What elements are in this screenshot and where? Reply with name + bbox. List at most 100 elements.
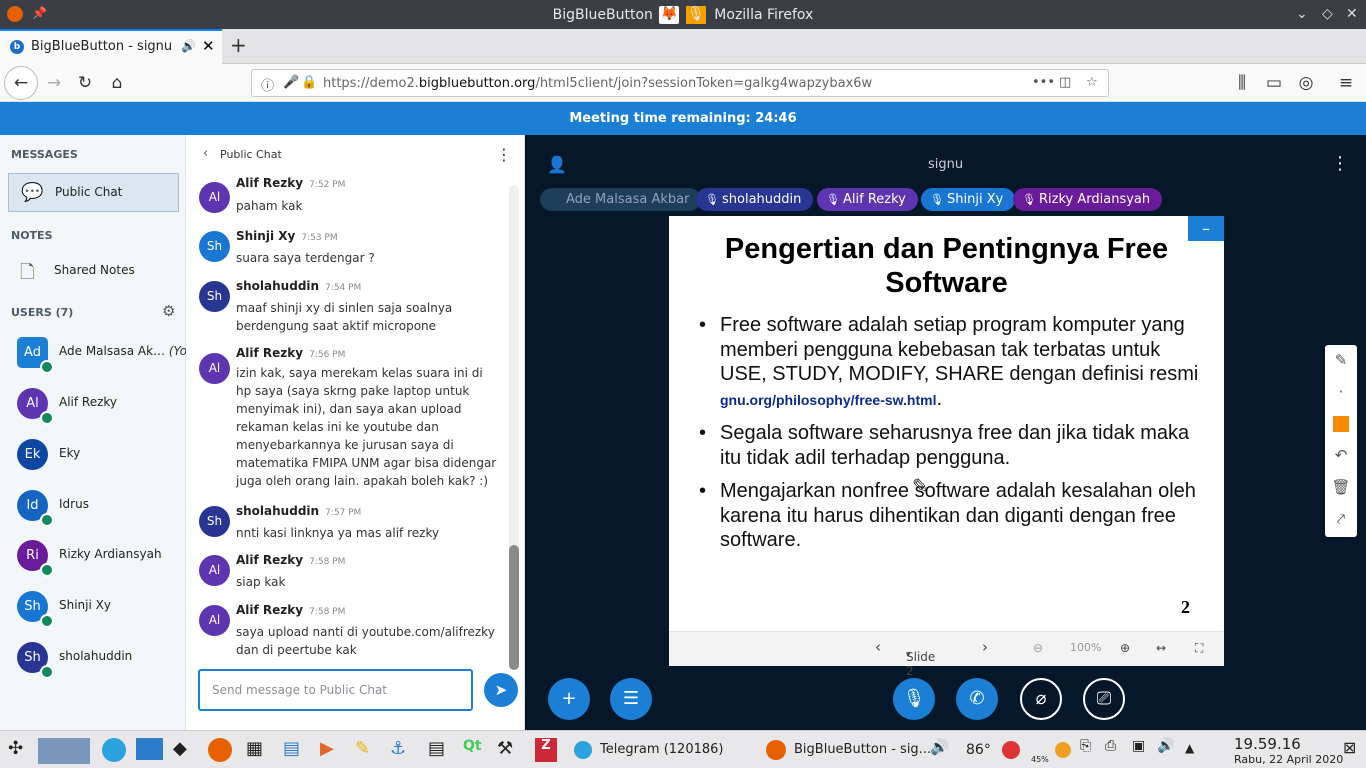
text-editor-icon[interactable]: ▤ <box>428 738 445 759</box>
user-item[interactable]: Sh sholahuddin <box>0 642 186 690</box>
editor-icon[interactable]: ✎ <box>355 738 370 759</box>
camera-off-button[interactable]: ⌀ <box>1020 678 1062 720</box>
volume-task-icon[interactable]: 🔊 <box>930 738 949 756</box>
back-button[interactable]: ← <box>4 66 38 100</box>
tab-bigbluebutton[interactable]: b BigBlueButton - signu 🔊 ✕ <box>0 29 222 64</box>
telegram-task[interactable]: Telegram (120186) <box>600 742 723 757</box>
account-icon[interactable]: ◎ <box>1292 70 1320 96</box>
new-tab-button[interactable]: + <box>230 33 247 57</box>
library-icon[interactable]: ⫼ <box>1228 70 1256 96</box>
firefox-task[interactable]: BigBlueButton - sig... <box>794 742 931 757</box>
close-window-button[interactable]: ✕ <box>1346 6 1358 22</box>
menu-icon[interactable]: ≡ <box>1332 70 1360 96</box>
application-menu-icon[interactable]: ✣ <box>8 738 23 759</box>
color-swatch[interactable] <box>1333 416 1349 432</box>
zotero-icon[interactable]: Z <box>535 738 557 762</box>
file-manager-icon[interactable] <box>136 738 163 760</box>
thickness-icon[interactable]: · <box>1325 383 1357 401</box>
workspace-switcher[interactable] <box>38 738 90 764</box>
fullscreen-icon[interactable]: ⛶ <box>1195 641 1203 656</box>
avatar: Al <box>199 605 230 636</box>
zoom-out-icon[interactable]: ⊖ <box>1033 641 1043 655</box>
chat-icon: 💬 <box>21 182 44 203</box>
tray-expand-icon[interactable]: ▲ <box>1185 741 1194 755</box>
url-bar[interactable]: ⓘ 🎤 🔒 https://demo2.bigbluebutton.org/ht… <box>251 69 1109 97</box>
actions-plus-button[interactable]: + <box>548 678 590 720</box>
lock-icon[interactable]: 🔒 <box>301 75 317 90</box>
notes-icon: 🗋 <box>20 262 35 283</box>
chevron-left-icon[interactable]: ‹ <box>203 146 208 161</box>
calendar-icon[interactable]: ▦ <box>246 738 263 759</box>
settings-gear-icon[interactable]: ⚙ <box>162 302 175 320</box>
chat-title[interactable]: Public Chat <box>220 148 282 161</box>
fit-width-icon[interactable]: ↔ <box>1156 641 1166 655</box>
talking-indicator[interactable]: 🎙 Alif Rezky <box>817 188 918 211</box>
chat-options-icon[interactable]: ⋮ <box>496 145 512 164</box>
avatar: Id <box>17 490 54 527</box>
pencil-tool-icon[interactable]: ✎ <box>1325 351 1357 369</box>
maximize-window-button[interactable]: ◇ <box>1322 6 1333 22</box>
update-icon[interactable] <box>1055 742 1071 758</box>
user-item[interactable]: Id Idrus <box>0 490 186 538</box>
docker-icon[interactable]: ⚓ <box>390 738 406 759</box>
pocket-icon[interactable]: ◫ <box>1059 75 1071 90</box>
user-item[interactable]: Ad Ade Malsasa Ak… (You) <box>0 337 199 385</box>
user-item[interactable]: Ek Eky <box>0 439 186 487</box>
clear-icon[interactable]: 🗑 <box>1325 478 1357 496</box>
qt-icon[interactable]: Qt <box>463 738 482 754</box>
undo-icon[interactable]: ↶ <box>1325 446 1357 464</box>
previous-slide-icon[interactable]: ‹ <box>875 638 881 656</box>
page-actions-icon[interactable]: ••• <box>1032 75 1055 90</box>
microphone-button[interactable]: 🎙 <box>893 678 935 720</box>
chat-scrollbar[interactable] <box>509 185 519 670</box>
home-button[interactable]: ⌂ <box>103 70 131 96</box>
url-text[interactable]: https://demo2.bigbluebutton.org/html5cli… <box>323 76 872 91</box>
notification-icon[interactable] <box>1002 741 1020 759</box>
user-item[interactable]: Sh Shinji Xy <box>0 591 186 639</box>
send-message-button[interactable]: ➤ <box>484 673 518 707</box>
minimize-window-button[interactable]: ⌄ <box>1296 6 1308 22</box>
whiteboard-toolbar: ✎ · ↶ 🗑 ⤤ <box>1325 345 1357 537</box>
network-icon[interactable]: ⎘ <box>1080 738 1091 754</box>
zoom-in-icon[interactable]: ⊕ <box>1120 641 1130 655</box>
bookmark-star-icon[interactable]: ☆ <box>1086 75 1098 90</box>
next-slide-icon[interactable]: › <box>982 638 988 656</box>
microphone-permission-icon[interactable]: 🎤 <box>283 75 299 90</box>
volume-icon[interactable]: 🔊 <box>1157 738 1174 754</box>
close-tab-icon[interactable]: ✕ <box>202 37 215 55</box>
avatar: Ad <box>17 337 54 374</box>
firefox-launcher-icon[interactable] <box>208 738 232 762</box>
reload-button[interactable]: ↻ <box>71 70 99 96</box>
chat-message-input[interactable]: Send message to Public Chat <box>198 669 473 711</box>
scrollbar-thumb[interactable] <box>509 545 519 670</box>
avatar: Ek <box>17 439 48 470</box>
telegram-icon[interactable] <box>102 738 126 762</box>
poll-list-button[interactable]: ☰ <box>610 678 652 720</box>
sidebar-item-shared-notes[interactable]: 🗋 Shared Notes <box>8 252 179 291</box>
avatar: Sh <box>199 231 230 262</box>
forward-button[interactable]: → <box>40 70 68 96</box>
printer-icon[interactable]: ⎙ <box>1105 738 1116 754</box>
screen-share-button[interactable]: ⎚ <box>1083 678 1125 720</box>
sidebar-toggle-icon[interactable]: ▭ <box>1260 70 1288 96</box>
multi-user-icon[interactable]: ⤤ <box>1325 510 1357 528</box>
sidebar-item-public-chat[interactable]: 💬 Public Chat <box>8 173 179 212</box>
tools-icon[interactable]: ⚒ <box>497 738 513 759</box>
user-item[interactable]: Al Alif Rezky <box>0 388 186 436</box>
talking-indicator[interactable]: 🎙 Rizky Ardiansyah <box>1013 188 1163 211</box>
minimize-presentation-button[interactable]: – <box>1188 216 1224 241</box>
talking-indicator[interactable]: 🎙 Shinji Xy <box>921 188 1016 211</box>
user-name: Alif Rezky <box>59 395 118 409</box>
media-icon[interactable]: ▶ <box>320 738 334 759</box>
speaker-icon[interactable]: 🔊 <box>181 39 196 53</box>
clipboard-icon[interactable]: ▣ <box>1132 738 1145 754</box>
user-item[interactable]: Ri Rizky Ardiansyah <box>0 540 186 588</box>
info-icon[interactable]: ⓘ <box>261 75 274 94</box>
document-icon[interactable]: ▤ <box>283 738 300 759</box>
window-title: BigBlueButton 🦊 🎙 Mozilla Firefox <box>552 6 814 24</box>
inkscape-icon[interactable]: ◆ <box>173 738 187 759</box>
options-menu-icon[interactable]: ⋮ <box>1331 153 1349 174</box>
talking-indicator[interactable]: 🎙 sholahuddin <box>696 188 814 211</box>
show-desktop-icon[interactable]: ⊠ <box>1343 738 1356 757</box>
phone-button[interactable]: ✆ <box>956 678 998 720</box>
